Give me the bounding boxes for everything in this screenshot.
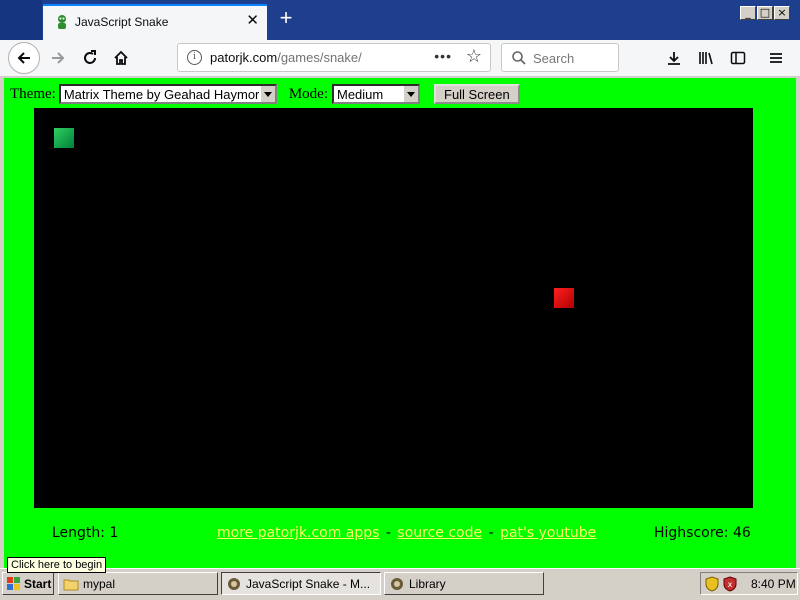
back-arrow-icon: [17, 52, 30, 64]
length-counter: Length: 1: [52, 525, 119, 541]
taskbar: Start mypal JavaScript Snake - M... Libr…: [0, 568, 800, 600]
start-label: Start: [24, 576, 52, 591]
taskbar-item-library[interactable]: Library: [384, 572, 544, 595]
food-block: [554, 288, 574, 308]
browser-icon: [228, 577, 240, 590]
bookmark-star-icon[interactable]: ☆: [466, 46, 482, 67]
minimize-button[interactable]: _: [740, 6, 756, 20]
full-screen-button[interactable]: Full Screen: [434, 84, 520, 104]
game-footer: Length: 1 more patorjk.com apps - source…: [4, 525, 796, 545]
taskbar-item-snake[interactable]: JavaScript Snake - M...: [221, 572, 381, 595]
back-button[interactable]: [8, 42, 40, 74]
navigation-toolbar: i patorjk.com/games/snake/ ••• ☆ Search: [0, 40, 800, 77]
taskbar-item-label: mypal: [83, 576, 116, 591]
hamburger-menu-icon: [770, 53, 782, 63]
search-icon: [512, 51, 526, 65]
menu-button[interactable]: [762, 44, 790, 72]
snake-favicon-icon: [54, 14, 70, 30]
mode-value: Medium: [337, 86, 384, 102]
site-info-icon[interactable]: i: [187, 50, 202, 65]
dropdown-arrow-icon: [403, 86, 418, 102]
clock: 8:40 PM: [751, 576, 796, 591]
home-icon: [114, 50, 128, 65]
downloads-button[interactable]: [660, 44, 688, 72]
url-bar[interactable]: i patorjk.com/games/snake/ ••• ☆: [177, 43, 491, 72]
page-actions-icon[interactable]: •••: [434, 48, 452, 64]
game-controls: Theme: Matrix Theme by Geahad Haymor Mod…: [10, 83, 520, 105]
tab-strip: JavaScript Snake ✕ + _ □ ×: [0, 0, 800, 40]
tab-strip-spacer: [0, 0, 42, 40]
start-button[interactable]: Start: [2, 572, 54, 595]
folder-icon: [63, 579, 79, 590]
close-window-button[interactable]: ×: [774, 6, 790, 20]
mode-label: Mode:: [288, 85, 328, 102]
source-code-link[interactable]: source code: [397, 525, 482, 541]
theme-select[interactable]: Matrix Theme by Geahad Haymor: [58, 84, 277, 104]
dropdown-arrow-icon: [259, 86, 275, 102]
svg-text:x: x: [728, 580, 733, 589]
youtube-link[interactable]: pat's youtube: [500, 525, 596, 541]
mode-select[interactable]: Medium: [332, 84, 420, 104]
highscore-counter: Highscore: 46: [654, 525, 751, 541]
snake-head: [54, 128, 74, 148]
game-page: Theme: Matrix Theme by Geahad Haymor Mod…: [0, 78, 800, 568]
new-tab-button[interactable]: +: [275, 7, 297, 30]
browser-icon: [391, 577, 403, 590]
windows-logo-icon: [7, 576, 20, 590]
theme-value: Matrix Theme by Geahad Haymor: [63, 86, 260, 102]
search-placeholder: Search: [533, 51, 575, 66]
footer-links: more patorjk.com apps - source code - pa…: [217, 525, 596, 541]
start-tooltip: Click here to begin: [7, 557, 107, 573]
url-path: /games/snake/: [277, 50, 362, 65]
taskbar-item-label: Library: [409, 576, 446, 591]
window-controls: _ □ ×: [740, 6, 790, 20]
alert-shield-icon[interactable]: x: [723, 575, 737, 592]
sidebar-button[interactable]: [724, 44, 752, 72]
tab-javascript-snake[interactable]: JavaScript Snake ✕: [43, 4, 267, 40]
security-shield-icon[interactable]: [705, 575, 719, 592]
game-board[interactable]: [34, 108, 753, 508]
url-domain: patorjk.com: [210, 50, 278, 65]
system-tray: x 8:40 PM: [700, 572, 798, 595]
url-text[interactable]: patorjk.com/games/snake/: [210, 50, 362, 65]
library-icon: [699, 52, 713, 65]
reload-button[interactable]: [76, 44, 104, 72]
link-separator: -: [385, 525, 391, 541]
forward-arrow-icon: [52, 52, 65, 64]
theme-label: Theme:: [10, 85, 56, 102]
forward-button[interactable]: [44, 44, 72, 72]
search-input[interactable]: Search: [501, 43, 619, 72]
sidebar-icon: [730, 51, 746, 65]
reload-icon: [84, 50, 96, 64]
tab-close-icon[interactable]: ✕: [246, 12, 259, 30]
maximize-button[interactable]: □: [757, 6, 773, 20]
home-button[interactable]: [107, 44, 135, 72]
link-separator: -: [488, 525, 494, 541]
tab-title: JavaScript Snake: [75, 15, 169, 29]
library-button[interactable]: [692, 44, 720, 72]
taskbar-item-mypal[interactable]: mypal: [58, 572, 218, 595]
download-icon: [668, 52, 680, 65]
taskbar-item-label: JavaScript Snake - M...: [246, 576, 371, 591]
more-apps-link[interactable]: more patorjk.com apps: [217, 525, 379, 541]
